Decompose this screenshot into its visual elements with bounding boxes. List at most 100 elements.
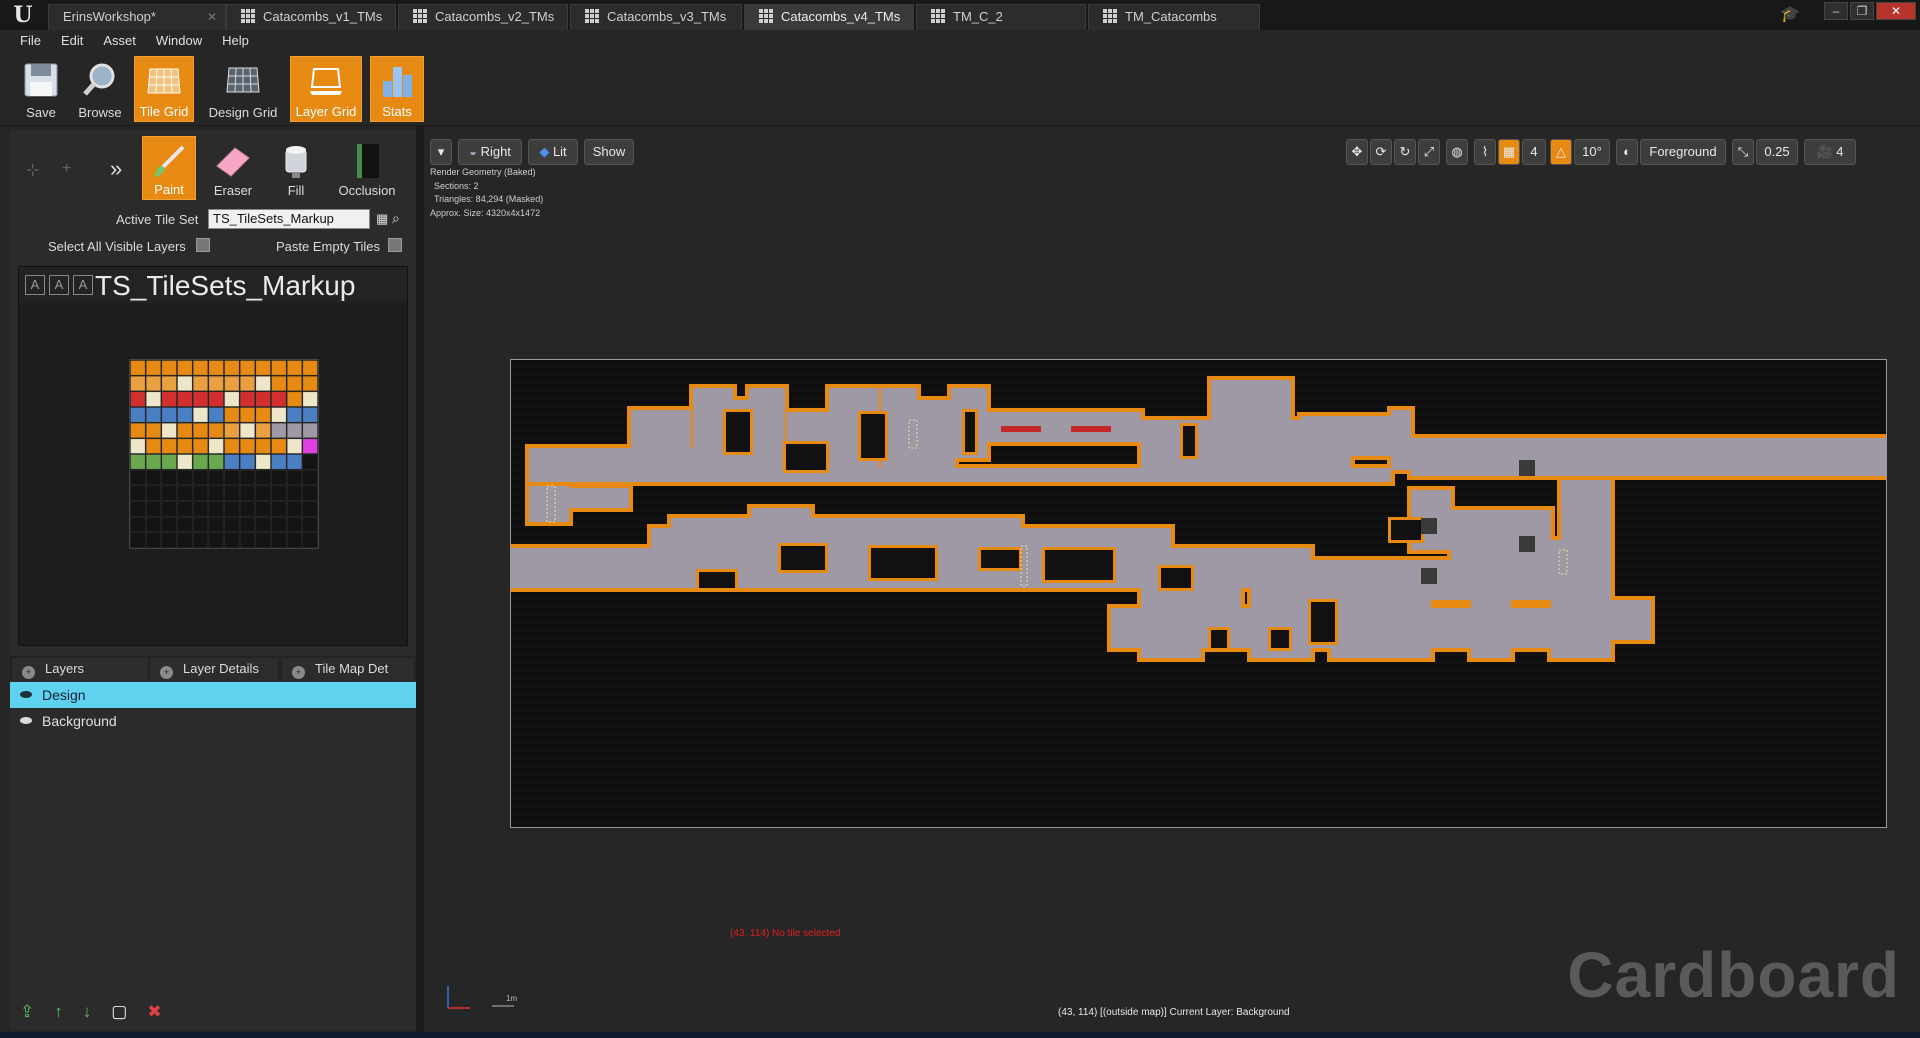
tileset-sheet-image[interactable]: [129, 359, 319, 549]
unreal-logo-icon[interactable]: U: [8, 2, 38, 28]
menu-window[interactable]: Window: [148, 30, 214, 52]
grid-snap-value[interactable]: 4: [1522, 139, 1546, 165]
tile-map-canvas[interactable]: [507, 359, 1890, 828]
tab-catacombs-v2[interactable]: Catacombs_v2_TMs: [398, 4, 568, 30]
tab-label: Catacombs_v1_TMs: [263, 9, 383, 24]
view-mode-button[interactable]: ◒ Right: [458, 139, 522, 165]
world-space-icon[interactable]: ◍: [1446, 139, 1468, 165]
app-window: U ErinsWorkshop* ✕ Catacombs_v1_TMs Cata…: [0, 0, 1920, 1038]
camera-speed-button[interactable]: 🎥 4: [1804, 139, 1856, 165]
tab-tm-c-2[interactable]: TM_C_2: [916, 4, 1086, 30]
add-layer-icon[interactable]: ⇪: [20, 1002, 34, 1022]
tab-catacombs-v3[interactable]: Catacombs_v3_TMs: [570, 4, 742, 30]
lighting-mode-label: Lit: [552, 144, 567, 159]
rotate-icon[interactable]: ↻: [1394, 139, 1416, 165]
font-glyph-icon: A: [25, 275, 45, 295]
tab-label: Catacombs_v2_TMs: [435, 9, 555, 24]
rotate-icon[interactable]: ⟳: [1370, 139, 1392, 165]
select-all-visible-layers-label: Select All Visible Layers: [48, 239, 186, 254]
layer-row-design[interactable]: Design: [10, 682, 416, 708]
menu-bar: File Edit Asset Window Help: [0, 30, 1920, 52]
cursor-status-text: (43, 114) [(outside map)] Current Layer:…: [1058, 1007, 1290, 1018]
close-icon[interactable]: ✕: [1876, 2, 1916, 20]
tab-catacombs-v1[interactable]: Catacombs_v1_TMs: [226, 4, 396, 30]
search-icon[interactable]: ⌕: [392, 210, 400, 227]
tileset-header: A A A TS_TileSets_Markup: [19, 267, 407, 303]
browse-button[interactable]: Browse: [72, 56, 128, 122]
grid-browse-icon[interactable]: ▦: [376, 211, 388, 227]
translate-icon[interactable]: ✥: [1346, 139, 1368, 165]
scale-snap-icon[interactable]: ⤡: [1732, 139, 1754, 165]
duplicate-layer-icon[interactable]: ▢: [111, 1002, 127, 1022]
catacombs-map: [507, 360, 1890, 827]
render-stat-line: Triangles: 84,294 (Masked): [434, 194, 544, 204]
tab-close-icon[interactable]: ✕: [207, 5, 217, 29]
surface-snap-icon[interactable]: ⌇: [1474, 139, 1496, 165]
viewport[interactable]: ▾ ◒ Right ◆ Lit Show ✥ ⟳ ↻ ⤢ ◍ ⌇ ▦ 4 △ 1…: [424, 130, 1920, 1038]
active-tileset-field[interactable]: TS_TileSets_Markup: [208, 209, 370, 229]
eraser-tool-button[interactable]: Eraser: [206, 136, 260, 200]
magnifier-icon: [83, 63, 115, 96]
tab-catacombs-v4[interactable]: Catacombs_v4_TMs: [744, 4, 914, 30]
layer-grid-button[interactable]: Layer Grid: [290, 56, 362, 122]
tilemap-icon: [413, 9, 427, 23]
tab-tile-map-details[interactable]: + Tile Map Det: [282, 658, 414, 680]
move-down-arrow-icon[interactable]: ↓: [83, 1002, 92, 1022]
scale-snap-value[interactable]: 0.25: [1756, 139, 1798, 165]
crosshair-icon[interactable]: +: [62, 160, 71, 178]
active-tileset-label: Active Tile Set: [116, 212, 199, 227]
menu-help[interactable]: Help: [214, 30, 261, 52]
eraser-icon: [216, 147, 250, 177]
fill-tool-button[interactable]: Fill: [272, 136, 320, 200]
tile-grid-button[interactable]: Tile Grid: [134, 56, 194, 122]
paint-tool-button[interactable]: Paint: [142, 136, 196, 200]
lighting-mode-button[interactable]: ◆ Lit: [528, 139, 578, 165]
fill-label: Fill: [287, 183, 305, 198]
design-grid-label: Design Grid: [208, 105, 278, 120]
paste-empty-tiles-label: Paste Empty Tiles: [276, 239, 381, 254]
select-all-visible-layers-checkbox[interactable]: [196, 238, 210, 252]
layer-select-icon[interactable]: ◐: [1616, 139, 1638, 165]
tileset-preview-panel: A A A TS_TileSets_Markup: [18, 266, 408, 646]
foreground-layer-dropdown[interactable]: Foreground: [1640, 139, 1726, 165]
viewport-options-button[interactable]: ▾: [430, 139, 452, 165]
show-flags-button[interactable]: Show: [584, 139, 634, 165]
expand-chevron-icon[interactable]: »: [110, 156, 122, 182]
delete-layer-icon[interactable]: ✖: [147, 1002, 161, 1022]
layer-name: Background: [42, 713, 117, 729]
render-stat-line: Approx. Size: 4320x4x1472: [430, 207, 541, 218]
tab-tile-map-details-label: Tile Map Det: [315, 661, 389, 676]
rotation-snap-icon[interactable]: △: [1550, 139, 1572, 165]
menu-file[interactable]: File: [12, 30, 53, 52]
menu-edit[interactable]: Edit: [53, 30, 95, 52]
rotation-snap-value[interactable]: 10°: [1574, 139, 1610, 165]
grid-snap-icon[interactable]: ▦: [1498, 139, 1520, 165]
magnifier-icon: +: [22, 666, 35, 679]
eye-icon[interactable]: [20, 717, 32, 724]
layer-tabs: + Layers + Layer Details + Tile Map Det: [10, 656, 416, 680]
stats-button[interactable]: Stats: [370, 56, 424, 122]
minimize-icon[interactable]: –: [1824, 2, 1848, 20]
scale-icon[interactable]: ⤢: [1418, 139, 1440, 165]
move-up-arrow-icon[interactable]: ↑: [54, 1002, 63, 1022]
occlusion-tool-button[interactable]: Occlusion: [328, 136, 406, 200]
menu-asset[interactable]: Asset: [95, 30, 148, 52]
layer-list: Design Background: [10, 682, 416, 734]
graduation-cap-icon[interactable]: 🎓: [1780, 4, 1800, 24]
restore-icon[interactable]: ❐: [1850, 2, 1874, 20]
eye-icon[interactable]: [20, 691, 32, 698]
main-toolbar: Save Browse Tile Grid Design Grid Layer …: [0, 52, 1920, 126]
save-button[interactable]: Save: [14, 56, 68, 122]
tab-tm-catacombs[interactable]: TM_Catacombs: [1088, 4, 1260, 30]
layer-row-background[interactable]: Background: [10, 708, 416, 734]
tab-label: TM_Catacombs: [1125, 9, 1217, 24]
tab-layers[interactable]: + Layers: [12, 658, 148, 680]
panel-splitter[interactable]: [416, 126, 424, 1038]
tab-erinsworkshop[interactable]: ErinsWorkshop* ✕: [48, 4, 226, 30]
paste-empty-tiles-checkbox[interactable]: [388, 238, 402, 252]
select-cursor-icon[interactable]: ⊹: [26, 160, 39, 180]
tilemap-icon: [585, 9, 599, 23]
tab-label: TM_C_2: [953, 9, 1003, 24]
tab-layer-details[interactable]: + Layer Details: [150, 658, 278, 680]
design-grid-button[interactable]: Design Grid: [204, 56, 282, 122]
